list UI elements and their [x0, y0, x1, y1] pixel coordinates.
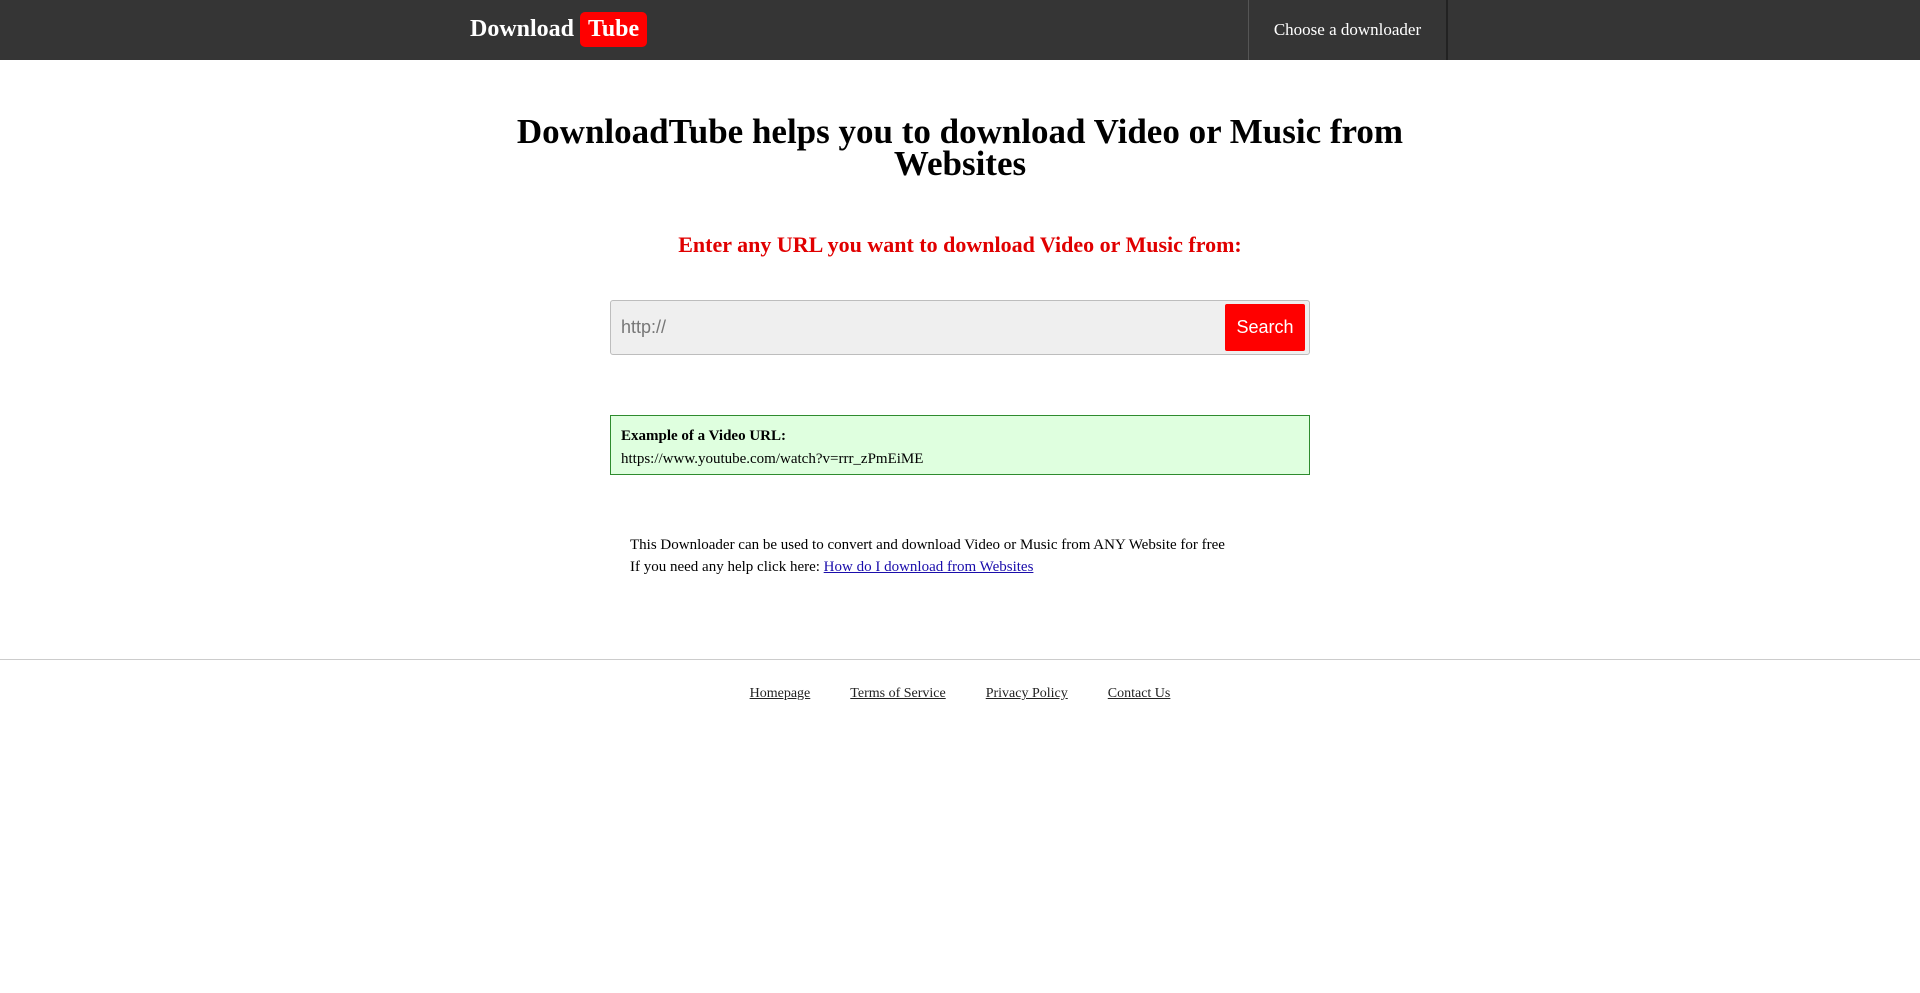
- logo-word-download: Download: [470, 15, 575, 42]
- example-url-box: Example of a Video URL: https://www.yout…: [610, 415, 1310, 475]
- top-navbar: Download Tube Choose a downloader: [0, 0, 1920, 60]
- logo-word-tube: Tube: [580, 11, 648, 47]
- footer-link-contact[interactable]: Contact Us: [1108, 686, 1171, 702]
- footer-divider: [0, 659, 1920, 660]
- info-line-1: This Downloader can be used to convert a…: [630, 537, 1225, 553]
- footer-links: Homepage Terms of Service Privacy Policy…: [0, 686, 1920, 702]
- footer-link-terms[interactable]: Terms of Service: [850, 686, 945, 702]
- url-input[interactable]: [611, 301, 1221, 354]
- help-prefix: If you need any help click here:: [630, 559, 824, 575]
- footer-link-privacy[interactable]: Privacy Policy: [986, 686, 1068, 702]
- example-label: Example of a Video URL:: [621, 428, 786, 444]
- url-instruction: Enter any URL you want to download Video…: [678, 232, 1242, 257]
- footer-link-homepage[interactable]: Homepage: [750, 686, 811, 702]
- help-link[interactable]: How do I download from Websites: [824, 559, 1034, 575]
- choose-downloader-menu[interactable]: Choose a downloader: [1248, 0, 1448, 60]
- search-button[interactable]: Search: [1225, 304, 1305, 351]
- page-title: DownloadTube helps you to download Video…: [516, 112, 1404, 183]
- example-url: https://www.youtube.com/watch?v=rrr_zPmE…: [621, 451, 924, 467]
- search-form: Search: [610, 300, 1310, 355]
- info-text: This Downloader can be used to convert a…: [630, 534, 1330, 578]
- site-logo[interactable]: Download Tube: [470, 10, 648, 48]
- info-line-2: If you need any help click here: How do …: [630, 556, 1330, 578]
